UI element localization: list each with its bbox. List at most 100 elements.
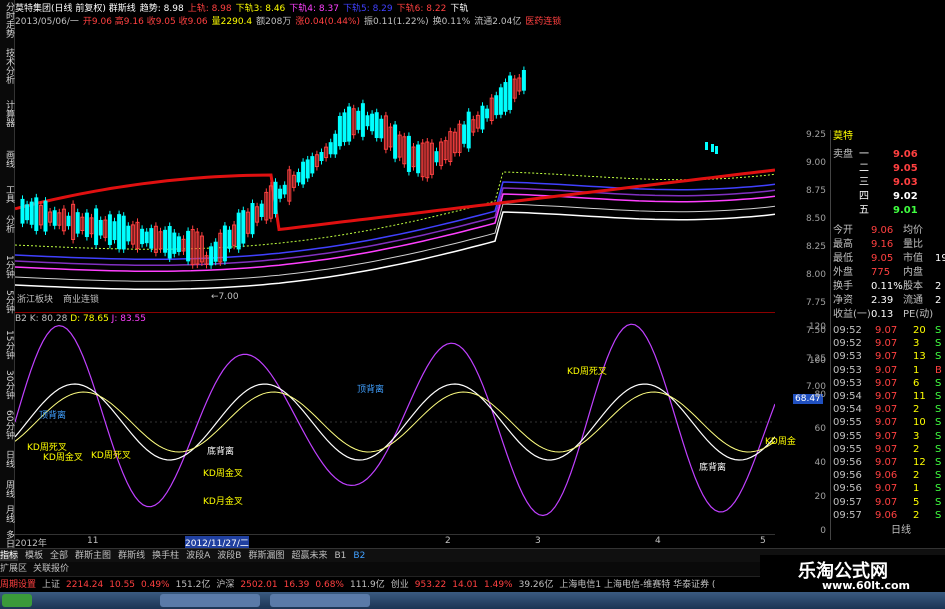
toolbar-item[interactable]: 60分钟 bbox=[0, 410, 14, 439]
tick-volume: 2 bbox=[913, 443, 920, 455]
extension-tab[interactable]: 扩展区 bbox=[0, 564, 27, 574]
tick-time: 09:52 bbox=[833, 338, 862, 350]
candle-body bbox=[273, 181, 278, 215]
osc-tick: 20 bbox=[814, 492, 826, 502]
candle-body bbox=[126, 225, 131, 242]
toolbar-item[interactable]: 分析 bbox=[0, 215, 14, 233]
candlestick-plot[interactable] bbox=[14, 30, 776, 312]
ticker-field: 14.01 bbox=[452, 580, 479, 590]
tick-time: 09:53 bbox=[833, 351, 862, 363]
ticker-field: 16.39 bbox=[283, 580, 310, 590]
candle-body bbox=[365, 115, 370, 127]
header-row-1: 莫特集团(日线 前复权) 群斯线 趋势: 8.98 上轨: 8.98 下轨3: 8.4… bbox=[15, 4, 472, 14]
toolbar-item[interactable]: 日线 bbox=[0, 450, 14, 468]
indicator-tab[interactable]: 全部 bbox=[50, 551, 68, 561]
candle-body bbox=[167, 226, 172, 259]
candle-body bbox=[328, 142, 333, 155]
candle-body bbox=[282, 184, 287, 195]
toolbar-item[interactable]: 计算器 bbox=[0, 100, 14, 127]
toolbar-item[interactable]: 月线 bbox=[0, 505, 14, 523]
header-field: 涨0.04(0.44%) bbox=[295, 17, 360, 27]
indicator-tab[interactable]: 波段B bbox=[217, 551, 241, 561]
tick-time: 09:55 bbox=[833, 417, 862, 429]
indicator-tab[interactable]: 群斯主图 bbox=[75, 551, 111, 561]
candle-body bbox=[296, 171, 301, 183]
indicator-tab[interactable]: 超赢未来 bbox=[291, 551, 327, 561]
order-level-name: 二 bbox=[859, 163, 869, 174]
taskbar-app[interactable] bbox=[270, 594, 370, 607]
header-field: 量2290.4 bbox=[211, 17, 253, 27]
candle-body bbox=[370, 113, 375, 132]
ticker-field: 2502.01 bbox=[240, 580, 278, 590]
tick-price: 9.07 bbox=[875, 457, 898, 468]
indicator-tab[interactable]: 波段A bbox=[186, 551, 210, 561]
indicator-tab[interactable]: 群斯漏图 bbox=[248, 551, 284, 561]
main-chart[interactable]: 浙江板块 商业连锁 ←7.00 bbox=[14, 30, 776, 313]
osc-tick: 100 bbox=[808, 356, 826, 366]
taskbar-app[interactable] bbox=[160, 594, 260, 607]
header-field: 流通2.04亿 bbox=[474, 17, 522, 27]
tick-price: 9.07 bbox=[875, 430, 898, 442]
candle-body bbox=[503, 82, 508, 112]
candle-body bbox=[213, 241, 218, 262]
tick-side: S bbox=[935, 496, 942, 508]
toolbar-item[interactable]: 分时走势 bbox=[0, 2, 14, 38]
indicator-tab[interactable]: 模板 bbox=[25, 551, 43, 561]
candle-body bbox=[480, 105, 485, 130]
kdj-plot[interactable] bbox=[14, 312, 776, 540]
tick-volume: 10 bbox=[913, 417, 926, 429]
toolbar-item[interactable]: 技术分析 bbox=[0, 48, 14, 84]
tick-price: 9.07 bbox=[875, 496, 898, 508]
candle-body bbox=[416, 144, 421, 174]
toolbar-item[interactable]: 5分钟 bbox=[0, 290, 14, 314]
stat-value: 0.11% bbox=[871, 281, 903, 292]
tick-side: S bbox=[935, 404, 942, 416]
tick-price: 9.07 bbox=[875, 417, 898, 429]
candle-body bbox=[342, 112, 347, 143]
left-toolbar: 分时走势技术分析计算器画线工具分析 1分钟 5分钟 15分钟 30分钟 60分钟日线周线月… bbox=[0, 0, 15, 560]
tick-time: 09:56 bbox=[833, 483, 862, 495]
order-level-name: 三 bbox=[859, 177, 869, 188]
tick-volume: 6 bbox=[913, 377, 920, 389]
tick-side: B bbox=[935, 364, 942, 376]
candle-body bbox=[337, 115, 342, 147]
toolbar-item[interactable]: 工具 bbox=[0, 185, 14, 203]
start-button[interactable] bbox=[2, 594, 32, 607]
kdj-chart[interactable]: B2 K: 80.28 D: 78.65 J: 83.55 顶背离 KD周死叉 KD… bbox=[14, 312, 796, 540]
ticker-field: 0.68% bbox=[315, 580, 344, 590]
tick-side: S bbox=[935, 430, 942, 442]
indicator-tab[interactable]: B2 bbox=[353, 551, 365, 561]
watermark-logo: 乐淘公式网 www.60lt.com bbox=[760, 555, 945, 595]
indicator-tab[interactable]: 群斯线 bbox=[118, 551, 145, 561]
price-tick: 8.75 bbox=[805, 186, 826, 196]
candle-body bbox=[485, 108, 490, 119]
candle-body bbox=[498, 87, 503, 115]
toolbar-item[interactable]: 30分钟 bbox=[0, 370, 14, 399]
tick-time: 09:55 bbox=[833, 443, 862, 455]
toolbar-item[interactable]: 多日 bbox=[0, 530, 14, 548]
period-tab[interactable]: 日线 bbox=[891, 524, 911, 538]
toolbar-item[interactable]: 15分钟 bbox=[0, 330, 14, 359]
tick-volume: 5 bbox=[913, 496, 920, 508]
candle-body bbox=[20, 198, 25, 224]
candle-body bbox=[176, 236, 181, 253]
sell-label: 卖盘 bbox=[833, 149, 853, 160]
stat-value: 19 bbox=[935, 253, 945, 264]
low-price-label: ←7.00 bbox=[211, 292, 239, 302]
toolbar-item[interactable]: 画线 bbox=[0, 150, 14, 168]
ticker-field: 上海电信1 上海电信-维赛特 华泰证券 ( bbox=[559, 580, 716, 590]
tick-side: S bbox=[935, 351, 942, 363]
quote-title: 莫特 bbox=[833, 131, 853, 142]
kdj-annotation: KD周金叉 bbox=[43, 453, 83, 463]
indicator-tab[interactable]: 指标 bbox=[0, 551, 19, 561]
header-field: 趋势: 8.98 bbox=[139, 4, 184, 14]
stat-label: 股本 bbox=[903, 281, 923, 292]
toolbar-item[interactable]: 周线 bbox=[0, 480, 14, 498]
indicator-tab[interactable]: B1 bbox=[334, 551, 346, 561]
ticker-field: 10.55 bbox=[109, 580, 136, 590]
ticker-field: 沪深 bbox=[216, 580, 235, 590]
extension-tab[interactable]: 关联报价 bbox=[33, 564, 69, 574]
tick-time: 09:56 bbox=[833, 457, 862, 468]
toolbar-item[interactable]: 1分钟 bbox=[0, 255, 14, 279]
indicator-tab[interactable]: 换手柱 bbox=[152, 551, 179, 561]
